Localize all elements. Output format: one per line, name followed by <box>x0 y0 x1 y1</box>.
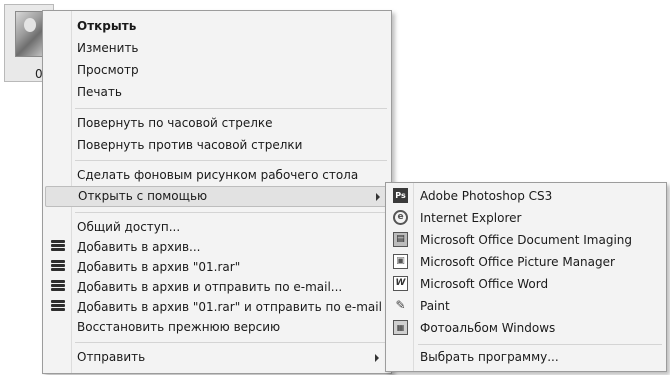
menu-item-label: Добавить в архив... <box>77 240 201 254</box>
submenu-item-label: Paint <box>420 299 450 313</box>
menu-item-send-to[interactable]: Отправить <box>45 347 387 368</box>
menu-item-archive-01-rar-and-email[interactable]: Добавить в архив "01.rar" и отправить по… <box>45 297 387 318</box>
winrar-icon <box>51 280 65 294</box>
menu-item-open[interactable]: Открыть <box>45 16 387 37</box>
winrar-icon <box>51 300 65 314</box>
menu-item-rotate-counterclockwise[interactable]: Повернуть против часовой стрелки <box>45 135 387 156</box>
menu-item-label: Добавить в архив и отправить по e-mail..… <box>77 280 343 294</box>
menu-separator <box>75 342 387 343</box>
context-menu: Открыть Изменить Просмотр Печать Поверну… <box>42 10 392 374</box>
menu-item-add-to-01-rar[interactable]: Добавить в архив "01.rar" <box>45 257 387 278</box>
menu-separator <box>75 160 387 161</box>
internet-explorer-icon: e <box>393 210 408 225</box>
submenu-item-label: Internet Explorer <box>420 211 522 225</box>
submenu-item-label: Microsoft Office Picture Manager <box>420 255 615 269</box>
menu-item-label: Добавить в архив "01.rar" <box>77 260 241 274</box>
menu-item-label: Общий доступ... <box>77 220 181 234</box>
menu-separator <box>75 108 387 109</box>
menu-item-restore-previous-version[interactable]: Восстановить прежнюю версию <box>45 317 387 338</box>
submenu-item-document-imaging[interactable]: ▤ Microsoft Office Document Imaging <box>388 229 662 251</box>
menu-item-label: Добавить в архив "01.rar" и отправить по… <box>77 300 382 314</box>
submenu-separator <box>418 344 662 345</box>
menu-item-open-with[interactable]: Открыть с помощью <box>45 186 389 207</box>
submenu-item-choose-program[interactable]: Выбрать программу... <box>388 346 662 368</box>
word-icon: W <box>393 276 408 291</box>
photo-face <box>24 18 36 32</box>
picture-manager-icon: ▣ <box>393 254 408 269</box>
submenu-item-internet-explorer[interactable]: e Internet Explorer <box>388 207 662 229</box>
menu-item-rotate-clockwise[interactable]: Повернуть по часовой стрелке <box>45 113 387 134</box>
submenu-item-picture-manager[interactable]: ▣ Microsoft Office Picture Manager <box>388 251 662 273</box>
submenu-item-label: Microsoft Office Document Imaging <box>420 233 633 247</box>
menu-item-sharing[interactable]: Общий доступ... <box>45 217 387 238</box>
submenu-item-photoshop[interactable]: Ps Adobe Photoshop CS3 <box>388 185 662 207</box>
photo-album-icon: ▦ <box>393 320 408 335</box>
submenu-item-label: Adobe Photoshop CS3 <box>420 189 553 203</box>
winrar-icon <box>51 260 65 274</box>
paint-icon: ✎ <box>395 298 406 312</box>
document-imaging-icon: ▤ <box>393 232 408 247</box>
menu-item-preview[interactable]: Просмотр <box>45 60 387 81</box>
menu-item-label: Отправить <box>77 350 146 364</box>
menu-item-label: Сделать фоновым рисунком рабочего стола <box>77 168 359 182</box>
menu-separator <box>75 212 387 213</box>
menu-item-label: Печать <box>77 85 122 99</box>
menu-item-archive-and-email[interactable]: Добавить в архив и отправить по e-mail..… <box>45 277 387 298</box>
menu-item-label: Изменить <box>77 41 139 55</box>
menu-item-add-to-archive[interactable]: Добавить в архив... <box>45 237 387 258</box>
open-with-submenu: Ps Adobe Photoshop CS3 e Internet Explor… <box>385 182 667 372</box>
submenu-item-label: Фотоальбом Windows <box>420 321 556 335</box>
menu-item-label: Открыть с помощью <box>78 189 208 203</box>
menu-item-edit[interactable]: Изменить <box>45 38 387 59</box>
submenu-item-photo-album[interactable]: ▦ Фотоальбом Windows <box>388 317 662 339</box>
menu-item-print[interactable]: Печать <box>45 82 387 103</box>
menu-item-label: Повернуть против часовой стрелки <box>77 138 303 152</box>
photoshop-icon: Ps <box>393 188 408 203</box>
menu-item-label: Восстановить прежнюю версию <box>77 320 281 334</box>
menu-item-label: Просмотр <box>77 63 139 77</box>
menu-item-label: Повернуть по часовой стрелке <box>77 116 273 130</box>
submenu-item-word[interactable]: W Microsoft Office Word <box>388 273 662 295</box>
menu-item-set-desktop-background[interactable]: Сделать фоновым рисунком рабочего стола <box>45 165 387 186</box>
submenu-arrow-icon <box>376 193 380 201</box>
submenu-item-paint[interactable]: ✎ Paint <box>388 295 662 317</box>
submenu-arrow-icon <box>375 354 379 362</box>
submenu-item-label: Выбрать программу... <box>420 350 559 364</box>
submenu-item-label: Microsoft Office Word <box>420 277 549 291</box>
menu-item-label: Открыть <box>77 19 137 33</box>
winrar-icon <box>51 240 65 254</box>
